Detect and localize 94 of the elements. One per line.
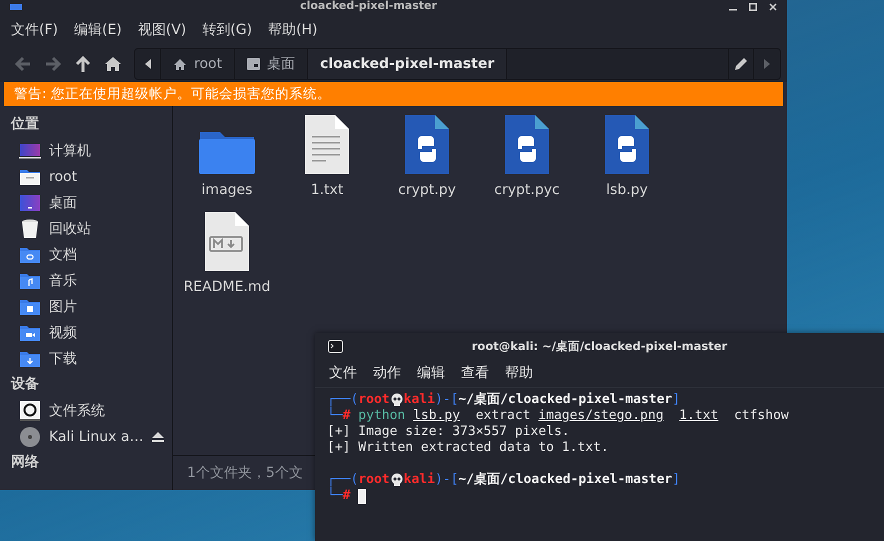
folder-icon (198, 130, 256, 176)
prompt-frame: ┌──( (327, 472, 358, 488)
skull-icon (390, 473, 404, 487)
sidebar-item[interactable]: 音乐 (0, 268, 172, 294)
file-item[interactable]: crypt.py (377, 114, 477, 211)
sidebar-heading: 网络 (10, 453, 40, 472)
status-text: 1个文件夹，5个文 (187, 464, 303, 482)
prompt-hash: # (342, 408, 350, 424)
menu-item[interactable]: 帮助(H) (261, 17, 325, 43)
sidebar-heading: 位置 (10, 115, 40, 134)
warning-banner: 警告: 您正在使用超级帐户。可能会损害您的系统。 (4, 82, 783, 106)
file-argument: 1.txt (679, 408, 718, 424)
prompt-user: root (358, 392, 390, 408)
prompt-host: kali (404, 392, 435, 408)
forward-arrow-icon (44, 56, 62, 72)
music-note-folder-icon (19, 272, 41, 290)
pencil-icon (734, 57, 748, 71)
prompt-path: ~/桌面/cloacked-pixel-master (458, 392, 672, 408)
sidebar-item[interactable]: 下载 (0, 346, 172, 372)
link-folder-icon (19, 246, 41, 264)
prompt-user: root (358, 472, 390, 488)
disc-icon (19, 426, 41, 448)
prompt-frame: └─ (327, 488, 343, 504)
home-icon (104, 56, 122, 72)
prompt-frame: └─ (327, 408, 343, 424)
command-argument: extract (476, 408, 530, 424)
desktop-icon (19, 194, 41, 212)
prompt-frame: ] (672, 392, 680, 408)
computer-icon (19, 143, 41, 159)
sidebar-item[interactable]: 回收站 (0, 216, 172, 242)
file-item[interactable]: images (177, 114, 277, 211)
sidebar-item[interactable]: 图片 (0, 294, 172, 320)
menu-item[interactable]: 转到(G) (195, 17, 260, 43)
menu-item[interactable]: 视图(V) (130, 17, 194, 43)
file-item[interactable]: 1.txt (277, 114, 377, 211)
app-icon (10, 4, 22, 10)
prompt-hash: # (342, 488, 350, 504)
sidebar-item[interactable]: 计算机 (0, 138, 172, 164)
menu-item[interactable]: 文件 (323, 362, 363, 384)
file-item[interactable]: crypt.pyc (477, 114, 577, 211)
command-argument: ctfshow (734, 408, 789, 424)
desktop-icon (247, 58, 260, 70)
hard-drive-icon (19, 400, 41, 422)
prompt-frame: ┌──( (327, 392, 358, 408)
sidebar-heading: 设备 (10, 375, 40, 394)
download-arrow-folder-icon (19, 350, 41, 368)
skull-icon (390, 393, 404, 407)
file-item[interactable]: lsb.py (577, 114, 677, 211)
python-file-icon (402, 114, 452, 176)
output-text: [+] Image size: 373×557 pixels. (327, 424, 570, 440)
menu-item[interactable]: 动作 (367, 362, 407, 384)
prompt-frame: )-[ (434, 392, 458, 408)
file-argument: images/stego.png (538, 408, 664, 424)
camera-folder-icon (19, 324, 41, 342)
maximize-icon[interactable] (749, 3, 757, 11)
path-crumb[interactable]: root (161, 49, 236, 79)
trash-icon (19, 218, 41, 240)
path-crumb[interactable]: cloacked-pixel-master (308, 49, 508, 79)
sidebar-item[interactable]: 文档 (0, 242, 172, 268)
close-icon[interactable] (769, 3, 777, 11)
up-arrow-icon (75, 55, 91, 73)
python-file-icon (602, 114, 652, 176)
file-argument: lsb.py (413, 408, 460, 424)
sidebar-item[interactable]: 文件系统 (0, 398, 172, 424)
markdown-file-icon (202, 211, 252, 273)
sidebar-item[interactable]: 视频 (0, 320, 172, 346)
menu-item[interactable]: 编辑 (411, 362, 451, 384)
eject-icon[interactable] (152, 432, 164, 442)
menu-item[interactable]: 文件(F) (4, 17, 65, 43)
back-arrow-icon (14, 56, 32, 72)
menu-item[interactable]: 编辑(E) (66, 17, 129, 43)
prompt-path: ~/桌面/cloacked-pixel-master (458, 472, 672, 488)
edit-path-button[interactable] (728, 49, 754, 79)
sidebar-item[interactable]: Kali Linux a… (0, 424, 172, 450)
output-text: [+] Written extracted data to 1.txt. (327, 440, 609, 456)
window-title: cloacked-pixel-master (299, 0, 438, 12)
prompt-frame: ] (672, 472, 680, 488)
caret-right-icon (764, 59, 770, 69)
sidebar-item[interactable]: root (0, 164, 172, 190)
sidebar-item[interactable]: 桌面 (0, 190, 172, 216)
folder-icon (19, 168, 41, 186)
prompt-frame: )-[ (434, 472, 458, 488)
image-folder-icon (19, 298, 41, 316)
home-icon (173, 58, 187, 70)
caret-left-icon (144, 59, 150, 69)
menu-item[interactable]: 查看 (455, 362, 495, 384)
terminal-icon (328, 340, 343, 352)
python-file-icon (502, 114, 552, 176)
text-file-icon (302, 114, 352, 176)
window-title: root@kali: ~/桌面/cloacked-pixel-master (470, 338, 728, 354)
prompt-host: kali (404, 472, 435, 488)
file-item[interactable]: README.md (177, 211, 277, 308)
menu-item[interactable]: 帮助 (499, 362, 539, 384)
command-name: python (358, 408, 406, 424)
